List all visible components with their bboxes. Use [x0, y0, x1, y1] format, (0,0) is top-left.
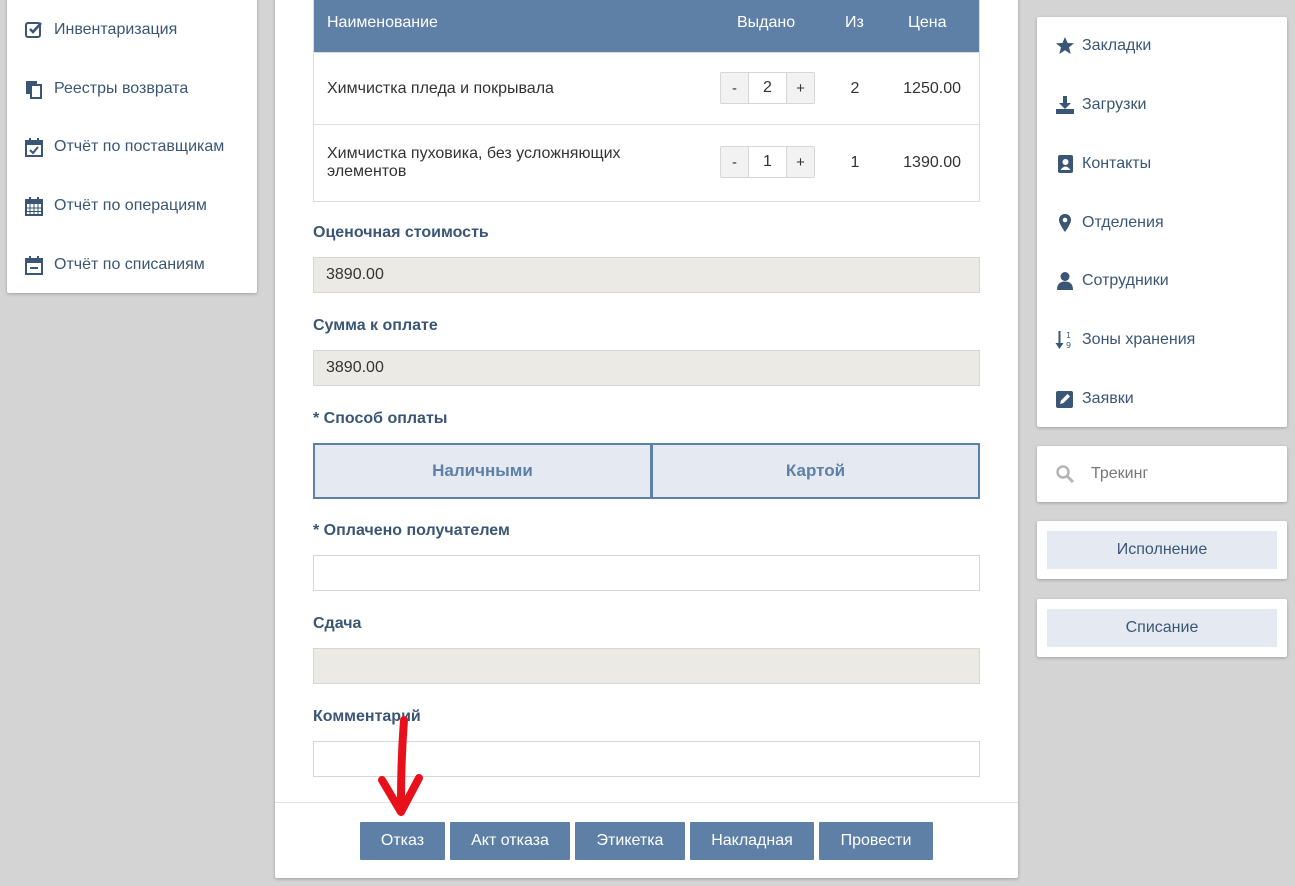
payment-method-label: * Способ оплаты: [313, 410, 448, 427]
refuse-act-button[interactable]: Акт отказа: [450, 822, 570, 860]
quantity-value[interactable]: 1: [748, 147, 787, 177]
menu-item-label: Зоны хранения: [1082, 331, 1196, 348]
estimate-label: Оценочная стоимость: [313, 224, 489, 241]
menu-item-label: Сотрудники: [1082, 272, 1169, 289]
search-icon: [1056, 465, 1075, 484]
header-issued: Выдано: [737, 14, 796, 31]
address-book-icon: [1058, 155, 1073, 173]
tracking-placeholder: Трекинг: [1091, 465, 1149, 482]
menu-item-label: Отчёт по списаниям: [54, 256, 205, 273]
menu-item-requests[interactable]: Заявки: [1037, 384, 1287, 414]
sum-label: Сумма к оплате: [313, 317, 438, 334]
main-panel: Наименование Выдано Из Цена Химчистка пл…: [275, 0, 1018, 878]
footer-divider: [275, 802, 1018, 803]
user-icon: [1057, 272, 1073, 290]
paid-input[interactable]: [313, 555, 980, 591]
comment-input[interactable]: [313, 741, 980, 777]
download-icon: [1056, 96, 1074, 114]
item-price: 1390.00: [903, 154, 961, 171]
sum-field: 3890.00: [313, 350, 980, 386]
menu-item-label: Реестры возврата: [54, 80, 189, 97]
menu-item-return-registers[interactable]: Реестры возврата: [7, 74, 257, 104]
estimate-field: 3890.00: [313, 257, 980, 293]
menu-item-label: Отделения: [1082, 214, 1164, 231]
menu-item-label: Контакты: [1082, 155, 1152, 172]
menu-item-branches[interactable]: Отделения: [1037, 208, 1287, 238]
header-name: Наименование: [327, 14, 438, 31]
left-menu: Инвентаризация Реестры возврата Отчёт по…: [7, 0, 257, 293]
increment-button[interactable]: +: [787, 147, 814, 177]
star-icon: [1056, 37, 1074, 54]
menu-item-bookmarks[interactable]: Закладки: [1037, 31, 1287, 61]
svg-text:9: 9: [1066, 341, 1071, 350]
menu-item-label: Заявки: [1082, 390, 1134, 407]
item-total: 2: [850, 80, 860, 97]
table-header: Наименование Выдано Из Цена: [314, 0, 979, 52]
calendar-minus-icon: [25, 256, 43, 275]
item-name: Химчистка пуховика, без усложняющих элем…: [327, 145, 621, 180]
calendar-grid-icon: [25, 197, 43, 216]
menu-item-label: Загрузки: [1082, 96, 1147, 113]
menu-item-contacts[interactable]: Контакты: [1037, 149, 1287, 179]
increment-button[interactable]: +: [787, 73, 814, 103]
header-of: Из: [845, 14, 864, 31]
menu-item-employees[interactable]: Сотрудники: [1037, 266, 1287, 296]
invoice-button[interactable]: Накладная: [690, 822, 814, 860]
table-row: Химчистка пуховика, без усложняющих элем…: [314, 124, 979, 201]
menu-item-suppliers-report[interactable]: Отчёт по поставщикам: [7, 132, 257, 162]
pay-card-button[interactable]: Картой: [651, 443, 980, 499]
menu-item-writeoffs-report[interactable]: Отчёт по списаниям: [7, 250, 257, 280]
edit-icon: [1056, 391, 1073, 408]
refuse-button[interactable]: Отказ: [360, 822, 445, 860]
quantity-value[interactable]: 2: [748, 73, 787, 103]
decrement-button[interactable]: -: [721, 147, 748, 177]
menu-item-label: Отчёт по поставщикам: [54, 138, 225, 155]
pay-cash-button[interactable]: Наличными: [313, 443, 652, 499]
menu-item-label: Отчёт по операциям: [54, 197, 207, 214]
check-square-icon: [25, 22, 42, 38]
execution-button[interactable]: Исполнение: [1047, 531, 1277, 569]
menu-item-label: Инвентаризация: [54, 21, 178, 38]
execution-box: Исполнение: [1037, 521, 1287, 579]
copy-icon: [26, 81, 42, 99]
sort-numeric-icon: 19: [1055, 331, 1071, 350]
table-row: Химчистка пледа и покрывала - 2 + 2 1250…: [314, 52, 979, 124]
paid-label: * Оплачено получателем: [313, 522, 510, 539]
item-name: Химчистка пледа и покрывала: [327, 80, 554, 97]
menu-item-storage-zones[interactable]: 19 Зоны хранения: [1037, 325, 1287, 355]
items-table: Наименование Выдано Из Цена Химчистка пл…: [313, 0, 980, 202]
quantity-stepper: - 1 +: [720, 146, 815, 178]
decrement-button[interactable]: -: [721, 73, 748, 103]
item-total: 1: [850, 154, 860, 171]
label-button[interactable]: Этикетка: [575, 822, 685, 860]
item-price: 1250.00: [903, 80, 961, 97]
post-button[interactable]: Провести: [819, 822, 933, 860]
menu-item-inventory[interactable]: Инвентаризация: [7, 15, 257, 45]
svg-text:1: 1: [1066, 331, 1071, 340]
menu-item-downloads[interactable]: Загрузки: [1037, 90, 1287, 120]
change-label: Сдача: [313, 615, 362, 632]
quantity-stepper: - 2 +: [720, 72, 815, 104]
writeoff-button[interactable]: Списание: [1047, 609, 1277, 647]
menu-item-label: Закладки: [1082, 37, 1152, 54]
comment-label: Комментарий: [313, 708, 421, 725]
calendar-check-icon: [25, 138, 43, 157]
map-marker-icon: [1059, 214, 1071, 232]
tracking-search[interactable]: Трекинг: [1037, 446, 1287, 502]
menu-item-operations-report[interactable]: Отчёт по операциям: [7, 191, 257, 221]
change-field: [313, 648, 980, 684]
writeoff-box: Списание: [1037, 599, 1287, 657]
right-menu: Закладки Загрузки Контакты Отделения Сот…: [1037, 17, 1287, 427]
header-price: Цена: [908, 14, 947, 31]
